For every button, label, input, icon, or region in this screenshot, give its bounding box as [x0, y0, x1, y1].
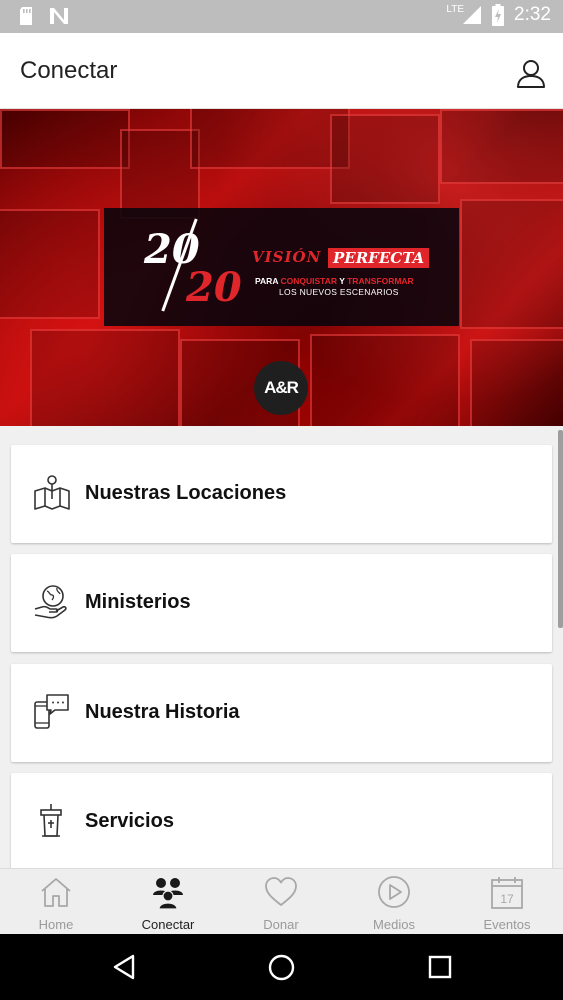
n-notification-icon	[50, 8, 68, 24]
menu-item-servicios[interactable]: Servicios	[11, 773, 552, 868]
menu-item-label: Ministerios	[85, 591, 191, 613]
recents-icon[interactable]	[428, 955, 452, 979]
nav-label: Conectar	[141, 917, 195, 932]
nav-label: Home	[38, 917, 74, 932]
page-title: Conectar	[20, 57, 118, 84]
nav-eventos[interactable]: 17 Eventos	[451, 869, 563, 935]
menu-list: Nuestras Locaciones Ministerios Nuestra …	[0, 426, 563, 868]
status-bar: LTE 2:32	[0, 0, 563, 33]
nav-label: Eventos	[483, 917, 531, 932]
home-icon	[41, 878, 71, 907]
nav-medios[interactable]: Medios	[338, 869, 450, 935]
banner-number-bottom: 20	[186, 264, 242, 311]
pulpit-icon	[40, 804, 62, 837]
phone-chat-icon	[34, 694, 69, 729]
nav-donar[interactable]: Donar	[225, 869, 337, 935]
hero-banner[interactable]: 20 20 VISIÓN PERFECTA PARA CONQUISTAR Y …	[0, 109, 563, 426]
play-icon	[378, 876, 410, 908]
profile-icon[interactable]	[515, 57, 547, 89]
banner-tagline-2: LOS NUEVOS ESCENARIOS	[279, 287, 399, 297]
menu-item-label: Servicios	[85, 810, 174, 832]
banner-perfecta: PERFECTA	[328, 248, 430, 268]
calendar-icon: 17	[491, 877, 523, 909]
scrollbar[interactable]	[558, 430, 563, 628]
map-pin-icon	[34, 475, 70, 510]
hand-globe-icon	[34, 585, 67, 619]
banner-title-box: 20 20 VISIÓN PERFECTA PARA CONQUISTAR Y …	[104, 208, 459, 326]
back-icon[interactable]	[111, 954, 137, 980]
nav-label: Medios	[373, 917, 415, 932]
people-icon	[153, 878, 183, 909]
menu-item-locaciones[interactable]: Nuestras Locaciones	[11, 445, 552, 543]
clock: 2:32	[514, 4, 551, 25]
battery-icon	[492, 4, 505, 26]
signal-icon	[463, 6, 482, 24]
bottom-nav: Home Conectar Donar Medios 17 Eventos	[0, 868, 563, 934]
nav-home[interactable]: Home	[0, 869, 112, 935]
menu-item-label: Nuestras Locaciones	[85, 482, 287, 504]
menu-item-historia[interactable]: Nuestra Historia	[11, 664, 552, 762]
banner-vision: VISIÓN	[252, 248, 322, 266]
church-logo: A&R	[254, 361, 308, 415]
heart-icon	[265, 877, 297, 906]
home-button-icon[interactable]	[268, 954, 295, 981]
nav-conectar[interactable]: Conectar	[112, 869, 224, 935]
network-label: LTE	[446, 3, 465, 15]
banner-tagline-1: PARA CONQUISTAR Y TRANSFORMAR	[255, 276, 414, 286]
app-bar: Conectar	[0, 33, 563, 109]
sd-card-icon	[20, 7, 32, 25]
menu-item-ministerios[interactable]: Ministerios	[11, 554, 552, 652]
system-nav-bar	[0, 934, 563, 1000]
nav-label: Donar	[263, 917, 299, 932]
menu-item-label: Nuestra Historia	[85, 701, 240, 723]
calendar-day: 17	[500, 892, 514, 906]
